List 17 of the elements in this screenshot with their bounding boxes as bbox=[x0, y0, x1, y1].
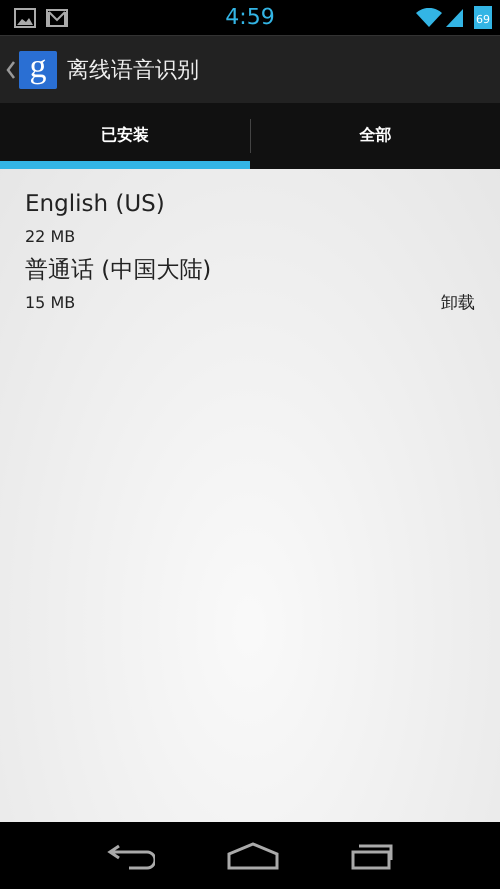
language-size: 15 MB bbox=[25, 292, 76, 314]
tab[interactable]: 全部 bbox=[250, 103, 500, 169]
screen-title: 离线语音识别 bbox=[67, 56, 199, 84]
home-icon[interactable] bbox=[227, 842, 279, 870]
app-icon[interactable]: g bbox=[19, 50, 57, 88]
signal-icon bbox=[446, 8, 464, 28]
status-time: 4:59 bbox=[224, 5, 276, 30]
uninstall-link[interactable]: 卸载 bbox=[441, 287, 475, 319]
language-name: English (US) bbox=[25, 190, 166, 219]
language-size: 22 MB bbox=[25, 226, 76, 248]
picture-icon bbox=[14, 8, 36, 28]
mail-icon bbox=[46, 8, 68, 26]
battery-icon: 69 bbox=[474, 6, 492, 29]
language-name: 普通话 (中国大陆) bbox=[25, 256, 212, 285]
recent-apps-icon[interactable] bbox=[351, 842, 393, 870]
back-caret-icon[interactable] bbox=[6, 60, 15, 78]
wifi-icon bbox=[416, 8, 442, 28]
